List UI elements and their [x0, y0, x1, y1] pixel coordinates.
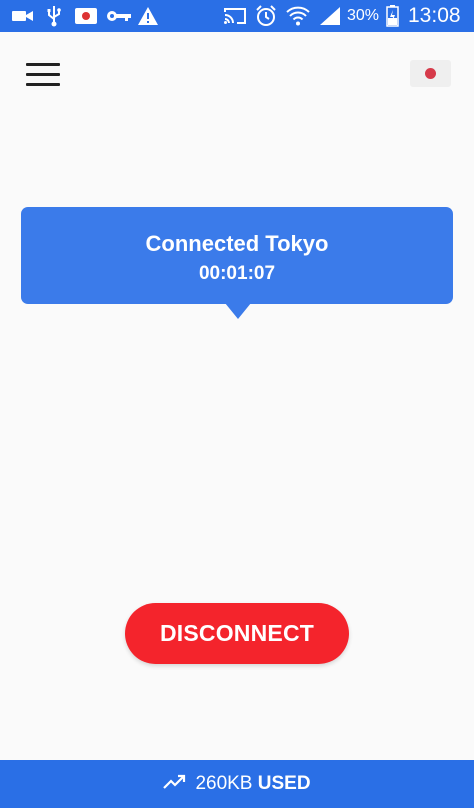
trending-up-icon — [163, 774, 187, 795]
video-icon — [10, 4, 36, 28]
hamburger-menu-icon[interactable] — [22, 56, 66, 92]
alarm-icon — [254, 4, 278, 28]
server-flag-button[interactable] — [410, 60, 451, 87]
japan-flag-icon — [425, 68, 436, 79]
connection-timer: 00:01:07 — [198, 263, 276, 284]
clock: 13:08 — [408, 4, 461, 27]
signal-icon — [318, 4, 342, 28]
connection-status-card: Connected Tokyo 00:01:07 — [21, 207, 453, 319]
battery-percent: 30% — [347, 7, 380, 24]
vpn-key-icon — [106, 4, 132, 28]
connection-status: Connected Tokyo — [145, 231, 329, 256]
disconnect-button[interactable]: DISCONNECT — [125, 603, 349, 664]
usb-icon — [44, 4, 64, 28]
data-usage-bar: 260KB USED — [0, 760, 474, 808]
screen-record-icon — [73, 4, 99, 28]
usage-suffix: USED — [257, 773, 311, 794]
battery-charging-icon — [384, 4, 400, 28]
warning-icon — [136, 4, 160, 28]
status-bar: 30% 13:08 — [0, 0, 474, 32]
wifi-icon — [285, 4, 311, 28]
usage-amount: 260KB — [195, 773, 253, 794]
data-usage-text: 260KB USED — [195, 773, 310, 795]
cast-icon — [222, 4, 248, 28]
